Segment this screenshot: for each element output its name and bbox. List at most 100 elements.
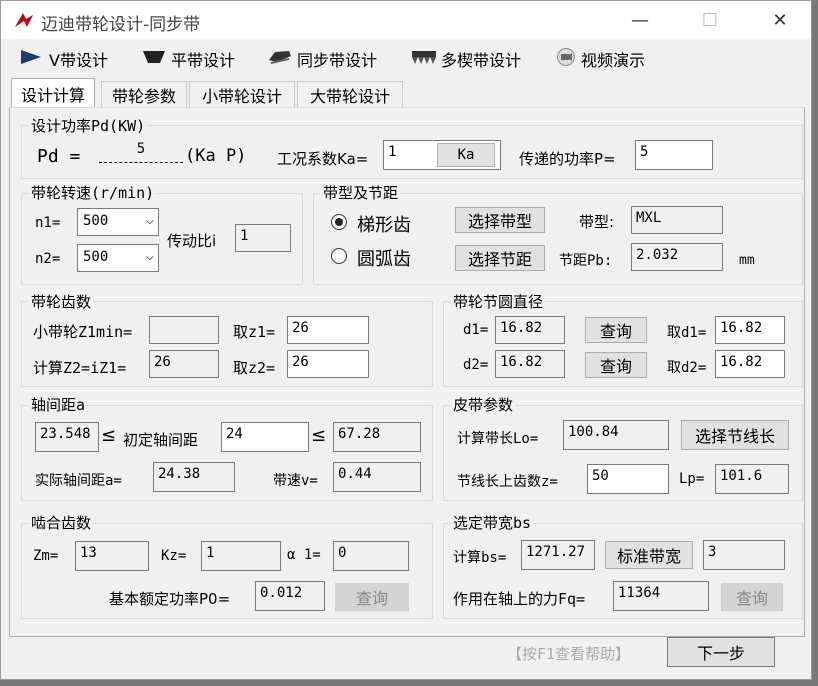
app-window: 迈迪带轮设计-同步带 — ☐ ✕ V带设计 平带设计 同步带设计 多楔带设计 视… <box>0 0 812 680</box>
title-bar: 迈迪带轮设计-同步带 — ☐ ✕ <box>1 1 811 39</box>
help-hint: 【按F1查看帮助】 <box>507 645 631 663</box>
ratio-field[interactable]: 1 <box>235 224 291 252</box>
take-d2-input[interactable]: 16.82 <box>715 350 785 378</box>
radio-trapezoid-label: 梯形齿 <box>357 215 411 236</box>
initial-center-label: 初定轴间距 <box>123 431 199 449</box>
z1-input[interactable]: 26 <box>287 316 369 344</box>
tab-pulley-params[interactable]: 带轮参数 <box>101 81 187 107</box>
lo-field[interactable]: 100.84 <box>563 420 669 450</box>
lp-label: Lp= <box>679 471 705 487</box>
pd-prefix: Pd = <box>37 146 81 167</box>
p-label: 传递的功率P= <box>519 150 616 168</box>
ratio-label: 传动比i <box>167 232 217 250</box>
toolbar-label: 多楔带设计 <box>441 51 522 70</box>
toolbar-label: V带设计 <box>49 51 108 70</box>
group-title: 选定带宽bs <box>451 512 534 533</box>
flat-belt-icon <box>141 48 167 70</box>
z1-label: 取z1= <box>233 323 276 341</box>
tab-small-pulley[interactable]: 小带轮设计 <box>189 81 295 107</box>
z1min-field[interactable] <box>149 316 219 344</box>
radio-trapezoid[interactable] <box>331 214 347 230</box>
center-max-field[interactable]: 67.28 <box>333 422 421 452</box>
force-query-button[interactable]: 查询 <box>721 583 783 611</box>
lp-field[interactable]: 101.6 <box>715 464 789 494</box>
z2calc-field[interactable]: 26 <box>149 350 219 378</box>
d2-field[interactable]: 16.82 <box>495 350 565 378</box>
group-title: 带轮节圆直径 <box>451 291 546 312</box>
n2-select[interactable]: 500 ⌵ <box>77 244 159 272</box>
standard-width-field[interactable]: 3 <box>703 540 785 570</box>
p-input[interactable]: 5 <box>635 140 713 170</box>
v-belt-icon <box>19 48 45 70</box>
alpha-field[interactable]: 0 <box>333 541 409 571</box>
toolbar-video-button[interactable]: 视频演示 <box>555 47 645 71</box>
p0-query-button[interactable]: 查询 <box>335 583 409 611</box>
group-title: 设计功率Pd(KW) <box>29 115 148 136</box>
group-title: 带轮转速(r/min) <box>29 182 157 203</box>
d1-query-button[interactable]: 查询 <box>585 317 647 343</box>
force-label: 作用在轴上的力Fq= <box>453 590 586 608</box>
d1-label: d1= <box>463 322 489 338</box>
d1-field[interactable]: 16.82 <box>495 316 565 344</box>
pitch-label: 节距Pb: <box>559 253 613 269</box>
toolbar-label: 视频演示 <box>581 51 646 70</box>
toolbar-v-belt-button[interactable]: V带设计 <box>19 47 108 71</box>
z2-input[interactable]: 26 <box>287 350 369 378</box>
group-title: 带轮齿数 <box>29 291 94 312</box>
take-d2-label: 取d2= <box>667 360 707 376</box>
app-logo-icon <box>13 11 35 29</box>
toolbar-label: 同步带设计 <box>297 51 378 70</box>
teeth-on-length-input[interactable]: 50 <box>587 464 669 494</box>
belt-speed-label: 带速v= <box>273 473 318 489</box>
tab-design-calc[interactable]: 设计计算 <box>11 78 95 108</box>
initial-center-input[interactable]: 24 <box>221 422 309 452</box>
p0-field[interactable]: 0.012 <box>255 581 325 611</box>
chevron-down-icon: ⌵ <box>145 248 154 264</box>
group-title: 啮合齿数 <box>29 512 94 533</box>
type-field[interactable]: MXL <box>631 206 723 234</box>
kz-label: Kz= <box>161 548 187 564</box>
zm-label: Zm= <box>33 548 59 564</box>
z2calc-label: 计算Z2=iZ1= <box>33 359 127 377</box>
tab-large-pulley[interactable]: 大带轮设计 <box>297 81 403 107</box>
take-d1-input[interactable]: 16.82 <box>715 316 785 344</box>
standard-width-button[interactable]: 标准带宽 <box>605 541 693 569</box>
n2-label: n2= <box>35 251 61 267</box>
actual-center-label: 实际轴间距a= <box>35 473 122 489</box>
pd-value: 5 <box>99 141 183 163</box>
toolbar-label: 平带设计 <box>171 51 236 70</box>
d2-label: d2= <box>463 357 489 373</box>
belt-speed-field[interactable]: 0.44 <box>333 462 421 492</box>
n1-select[interactable]: 500 ⌵ <box>77 208 159 236</box>
pitch-field[interactable]: 2.032 <box>631 243 723 271</box>
type-label: 带型: <box>579 213 615 231</box>
zm-field[interactable]: 13 <box>75 541 149 571</box>
close-button[interactable]: ✕ <box>757 5 803 35</box>
select-pitch-button[interactable]: 选择节距 <box>455 245 545 271</box>
toolbar-sync-belt-button[interactable]: 同步带设计 <box>267 47 377 71</box>
center-min-field[interactable]: 23.548 <box>35 422 99 452</box>
select-type-button[interactable]: 选择带型 <box>455 207 545 233</box>
p0-label: 基本额定功率P0= <box>109 590 231 608</box>
maximize-button[interactable]: ☐ <box>687 5 733 35</box>
le-symbol: ≤ <box>311 425 327 446</box>
bs-field[interactable]: 1271.27 <box>521 540 595 570</box>
ka-label: 工况系数Ka= <box>277 150 369 168</box>
minimize-button[interactable]: — <box>617 5 663 35</box>
actual-center-field[interactable]: 24.38 <box>153 462 235 492</box>
bs-label: 计算bs= <box>453 550 507 566</box>
pd-suffix: (Ka P) <box>185 146 247 166</box>
ka-button[interactable]: Ka <box>437 143 495 167</box>
kz-field[interactable]: 1 <box>201 541 281 571</box>
d2-query-button[interactable]: 查询 <box>585 352 647 378</box>
z2-label: 取z2= <box>233 359 276 377</box>
force-field[interactable]: 11364 <box>613 581 709 611</box>
toolbar-multi-wedge-button[interactable]: 多楔带设计 <box>411 47 521 71</box>
select-length-button[interactable]: 选择节线长 <box>681 420 789 450</box>
radio-arc[interactable] <box>331 248 347 264</box>
alpha-label: α 1= <box>287 547 321 563</box>
multi-wedge-belt-icon <box>411 48 437 70</box>
toolbar-flat-belt-button[interactable]: 平带设计 <box>141 47 235 71</box>
n1-value: 500 <box>83 213 109 229</box>
next-button[interactable]: 下一步 <box>667 637 775 667</box>
